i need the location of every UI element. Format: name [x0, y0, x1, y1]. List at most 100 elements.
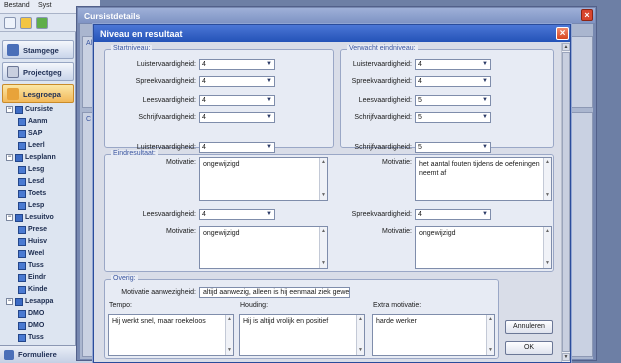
tree-item[interactable]: Kinde: [18, 286, 47, 295]
group-overig-legend: Overig:: [111, 275, 138, 282]
tree-item[interactable]: Huisv: [18, 238, 47, 247]
folder-icon: [15, 214, 23, 222]
chevron-down-icon: ▼: [482, 61, 488, 67]
toolbar-add-icon[interactable]: [36, 17, 48, 29]
select-eind-schrijf[interactable]: 5 ▼: [415, 142, 491, 153]
select-verwacht-luister[interactable]: 4 ▼: [415, 59, 491, 70]
tree-item[interactable]: DMO: [18, 322, 44, 331]
textarea-motivatie-schrijf[interactable]: het aantal fouten tijdens de oefeningen …: [415, 157, 552, 201]
vertical-scrollbar[interactable]: [225, 315, 233, 355]
textarea-value: Hij is altijd vrolijk en positief: [243, 318, 329, 325]
menu-bestand[interactable]: Bestand: [4, 2, 30, 9]
tree-item[interactable]: Aanm: [18, 118, 47, 127]
tree-item[interactable]: Eindr: [18, 274, 46, 283]
cancel-button[interactable]: Annuleren: [505, 320, 553, 334]
chevron-down-icon: ▼: [482, 114, 488, 120]
toolbar-grid-icon[interactable]: [4, 17, 16, 29]
vertical-scrollbar[interactable]: [543, 158, 551, 200]
collapse-icon[interactable]: −: [6, 298, 13, 305]
vertical-scrollbar[interactable]: [486, 315, 494, 355]
textarea-value: het aantal fouten tijdens de oefeningen …: [419, 161, 540, 177]
select-start-schrijf[interactable]: 4 ▼: [199, 112, 275, 123]
tree-item[interactable]: Lesp: [18, 202, 44, 211]
item-icon: [18, 310, 26, 318]
textarea-motivatie-luister[interactable]: ongewijzigd: [199, 157, 328, 201]
label-motivatie-schrijf: Motivatie:: [382, 159, 412, 166]
select-start-spreek[interactable]: 4 ▼: [199, 76, 275, 87]
tree-label: Lesg: [28, 166, 45, 173]
label-eind-luister: Luistervaardigheid:: [136, 144, 196, 151]
vertical-scrollbar[interactable]: [543, 227, 551, 268]
tree-label: Huisv: [28, 238, 48, 245]
item-icon: [18, 142, 26, 150]
tree-item[interactable]: Leerl: [18, 142, 45, 151]
tree-item[interactable]: SAP: [18, 130, 42, 139]
chevron-down-icon: ▼: [266, 144, 272, 150]
document-icon: [7, 66, 19, 78]
tree-item[interactable]: DMO: [18, 310, 44, 319]
close-icon[interactable]: ×: [581, 9, 593, 21]
ok-button[interactable]: OK: [505, 341, 553, 355]
tree-item[interactable]: Prese: [18, 226, 47, 235]
tree-item[interactable]: Lesg: [18, 166, 44, 175]
collapse-icon[interactable]: −: [6, 154, 13, 161]
vertical-scrollbar[interactable]: [319, 227, 327, 268]
folder-icon: [7, 88, 19, 100]
dialog-scrollbar[interactable]: ▲ ▼: [561, 43, 570, 362]
tree-group[interactable]: − Lesplann: [6, 154, 56, 163]
input-motivatie-aanwezigheid[interactable]: altijd aanwezig, alleen is hij eenmaal z…: [199, 287, 350, 298]
sidebar-section-stamgegevens[interactable]: Stamgege: [2, 40, 74, 59]
tree-item[interactable]: Lesd: [18, 178, 44, 187]
collapse-icon[interactable]: −: [6, 214, 13, 221]
textarea-motivatie-spreek[interactable]: ongewijzigd: [415, 226, 552, 269]
select-verwacht-spreek[interactable]: 4 ▼: [415, 76, 491, 87]
select-verwacht-lees[interactable]: 5 ▼: [415, 95, 491, 106]
tree-item[interactable]: Tuss: [18, 334, 44, 343]
label-eind-lees: Leesvaardigheid:: [142, 211, 196, 218]
tree-group[interactable]: − Lesuitvo: [6, 214, 54, 223]
select-start-lees[interactable]: 4 ▼: [199, 95, 275, 106]
select-eind-luister[interactable]: 4 ▼: [199, 142, 275, 153]
item-icon: [18, 202, 26, 210]
select-eind-lees[interactable]: 4 ▼: [199, 209, 275, 220]
scrollbar-thumb[interactable]: [562, 52, 570, 352]
tree-group[interactable]: − Lesappa: [6, 298, 53, 307]
label-eind-schrijf: Schrijfvaardigheid:: [354, 144, 412, 151]
tree-label: Lesplann: [25, 154, 56, 161]
sidebar-section-lesgroep[interactable]: Lesgroepa: [2, 84, 74, 103]
textarea-value: ongewijzigd: [203, 161, 240, 168]
select-start-luister[interactable]: 4 ▼: [199, 59, 275, 70]
menu-systeem[interactable]: Syst: [38, 2, 52, 9]
item-icon: [18, 190, 26, 198]
textarea-motivatie-lees[interactable]: ongewijzigd: [199, 226, 328, 269]
select-value: 4: [418, 211, 422, 218]
collapse-icon[interactable]: −: [6, 106, 13, 113]
toolbar-refresh-icon[interactable]: [20, 17, 32, 29]
tree-item[interactable]: Tuss: [18, 262, 44, 271]
textarea-value: Hij werkt snel, maar roekeloos: [112, 318, 206, 325]
chevron-down-icon: ▼: [482, 97, 488, 103]
vertical-scrollbar[interactable]: [356, 315, 364, 355]
scroll-up-icon[interactable]: ▲: [562, 43, 570, 51]
label-verwacht-luister: Luistervaardigheid:: [352, 61, 412, 68]
textarea-extra-motivatie[interactable]: harde werker: [372, 314, 495, 356]
tree-label: Tuss: [28, 334, 44, 341]
select-value: 4: [418, 61, 422, 68]
textarea-tempo[interactable]: Hij werkt snel, maar roekeloos: [108, 314, 234, 356]
scroll-down-icon[interactable]: ▼: [562, 353, 570, 361]
close-icon[interactable]: ×: [556, 27, 569, 40]
label-motivatie-luister: Motivatie:: [166, 159, 196, 166]
vertical-scrollbar[interactable]: [319, 158, 327, 200]
chevron-down-icon: ▼: [266, 61, 272, 67]
select-value: 4: [202, 97, 206, 104]
select-verwacht-schrijf[interactable]: 5 ▼: [415, 112, 491, 123]
tree-item[interactable]: Toets: [18, 190, 46, 199]
tree-label: Leerl: [28, 142, 45, 149]
textarea-houding[interactable]: Hij is altijd vrolijk en positief: [239, 314, 365, 356]
folder-icon: [15, 298, 23, 306]
folder-icon: [15, 106, 23, 114]
tree-group[interactable]: − Cursiste: [6, 106, 53, 115]
tree-item[interactable]: Weel: [18, 250, 44, 259]
sidebar-section-projectgegevens[interactable]: Projectgeg: [2, 62, 74, 81]
select-eind-spreek[interactable]: 4 ▼: [415, 209, 491, 220]
